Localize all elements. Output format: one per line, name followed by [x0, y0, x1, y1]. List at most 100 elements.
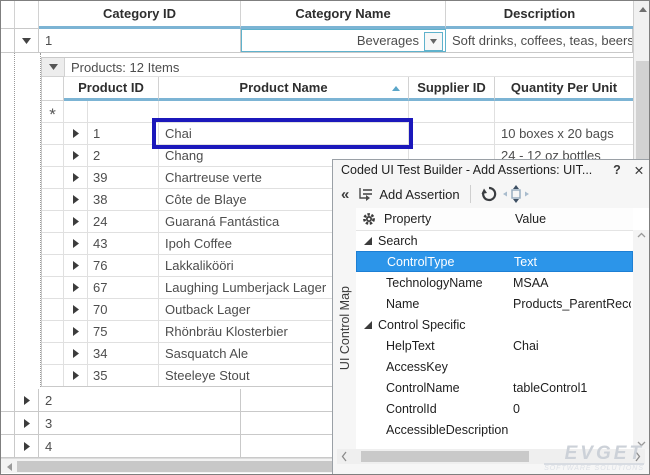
close-button[interactable]: ✕ [628, 163, 650, 178]
triangle-right-icon [73, 283, 79, 292]
product-id-cell[interactable]: 39 [88, 167, 159, 188]
scroll-left-chevron[interactable] [341, 449, 347, 464]
cell[interactable] [409, 101, 495, 122]
row-expander[interactable] [15, 435, 39, 457]
property-row-controlid[interactable]: ControlId 0 [356, 398, 633, 419]
new-row-indicator: * [42, 101, 64, 122]
row-expander[interactable] [64, 189, 88, 210]
category-id-cell[interactable]: 2 [39, 389, 241, 411]
product-id-cell[interactable]: 24 [88, 211, 159, 232]
scroll-up-chevron[interactable] [633, 232, 650, 238]
property-name: HelpText [386, 339, 511, 353]
combobox-dropdown-button[interactable] [424, 32, 443, 51]
column-header-supplier-id[interactable]: Supplier ID [409, 77, 495, 101]
detail-collapse-button[interactable] [42, 58, 65, 77]
product-name-cell[interactable]: Chai [159, 123, 409, 144]
row-expander[interactable] [64, 255, 88, 276]
property-grid: Property Value Search ControlType Text T… [356, 208, 650, 449]
column-header-product-id[interactable]: Product ID [64, 77, 159, 101]
group-row-search[interactable]: Search [356, 230, 633, 251]
property-row-accessibledescription[interactable]: AccessibleDescription [356, 419, 633, 440]
cell[interactable] [88, 101, 159, 122]
property-name: AccessibleDescription [386, 423, 511, 437]
row-expander[interactable] [64, 233, 88, 254]
row-expander[interactable] [15, 29, 39, 52]
category-id-cell[interactable]: 4 [39, 435, 241, 457]
description-cell[interactable]: Soft drinks, coffees, teas, beers, and [446, 29, 633, 52]
property-row-accesskey[interactable]: AccessKey [356, 356, 633, 377]
row-expander[interactable] [64, 277, 88, 298]
scroll-down-chevron[interactable] [633, 441, 650, 447]
row-expander[interactable] [15, 389, 39, 411]
cell [64, 101, 88, 122]
product-id-cell[interactable]: 43 [88, 233, 159, 254]
row-expander[interactable] [64, 211, 88, 232]
row-expander[interactable] [64, 145, 88, 166]
property-row-helptext[interactable]: HelpText Chai [356, 335, 633, 356]
scroll-right-chevron[interactable] [635, 449, 641, 464]
dialog-toolbar: « Add Assertion [333, 180, 650, 208]
row-expander[interactable] [64, 343, 88, 364]
row-indicator-cell [1, 412, 15, 434]
product-id-cell[interactable]: 1 [88, 123, 159, 144]
cell[interactable] [495, 101, 633, 122]
column-header-product-name[interactable]: Product Name [159, 77, 409, 101]
value-column-header[interactable]: Value [515, 212, 546, 226]
triangle-right-icon [73, 261, 79, 270]
help-button[interactable]: ? [606, 163, 628, 177]
property-row-displaytext[interactable]: DisplayText tableControl1 [356, 440, 633, 445]
property-row-controltype[interactable]: ControlType Text [356, 251, 633, 272]
product-id-cell[interactable]: 2 [88, 145, 159, 166]
column-header-description[interactable]: Description [446, 1, 633, 29]
category-id-cell[interactable]: 1 [39, 29, 241, 52]
property-row-technologyname[interactable]: TechnologyName MSAA [356, 272, 633, 293]
column-header-category-id[interactable]: Category ID [39, 1, 241, 29]
new-row[interactable]: * [41, 101, 633, 123]
product-id-cell[interactable]: 34 [88, 343, 159, 364]
row-expander[interactable] [64, 123, 88, 144]
row-indicator-cell [42, 255, 64, 276]
scrollbar-thumb[interactable] [361, 451, 529, 462]
column-header-quantity-per-unit[interactable]: Quantity Per Unit [495, 77, 633, 101]
collapse-panel-button[interactable]: « [341, 186, 347, 203]
scroll-left-button[interactable] [3, 461, 15, 472]
product-id-cell[interactable]: 76 [88, 255, 159, 276]
property-row-controlname[interactable]: ControlName tableControl1 [356, 377, 633, 398]
coded-ui-test-builder-dialog: Coded UI Test Builder - Add Assertions: … [332, 159, 650, 475]
triangle-right-icon [73, 151, 79, 160]
dialog-title-bar[interactable]: Coded UI Test Builder - Add Assertions: … [333, 160, 650, 180]
product-id-cell[interactable]: 70 [88, 299, 159, 320]
property-column-header[interactable]: Property [384, 212, 502, 226]
column-header-category-name[interactable]: Category Name [241, 1, 446, 29]
property-grid-horizontal-scrollbar[interactable] [337, 449, 645, 464]
triangle-right-icon [73, 349, 79, 358]
row-expander[interactable] [64, 167, 88, 188]
product-id-cell[interactable]: 67 [88, 277, 159, 298]
category-name-combobox[interactable]: Beverages [241, 29, 446, 52]
table-row[interactable]: 1 Chai 10 boxes x 20 bags [41, 123, 633, 145]
property-grid-vertical-scrollbar[interactable] [633, 230, 650, 449]
quantity-cell[interactable]: 10 boxes x 20 bags [495, 123, 633, 144]
group-row-control-specific[interactable]: Control Specific [356, 314, 633, 335]
row-expander[interactable] [64, 299, 88, 320]
refresh-icon[interactable] [481, 186, 497, 202]
row-indicator-cell [42, 321, 64, 342]
tab-ui-control-map[interactable]: UI Control Map [333, 208, 356, 449]
row-expander[interactable] [64, 321, 88, 342]
scrollbar-thumb[interactable] [636, 61, 650, 161]
table-row[interactable]: 1 Beverages Soft drinks, coffees, teas, … [1, 29, 633, 53]
property-row-name[interactable]: Name Products_ParentRecor [356, 293, 633, 314]
product-id-cell[interactable]: 75 [88, 321, 159, 342]
property-value: 0 [513, 402, 631, 416]
row-expander[interactable] [64, 365, 88, 386]
category-id-cell[interactable]: 3 [39, 412, 241, 434]
row-indicator-cell [1, 29, 15, 52]
cell[interactable] [159, 101, 409, 122]
add-assertion-button[interactable]: Add Assertion [379, 187, 459, 202]
element-crosshair-icon[interactable] [503, 185, 529, 203]
scroll-up-button[interactable] [634, 1, 650, 18]
product-id-cell[interactable]: 38 [88, 189, 159, 210]
supplier-id-cell[interactable] [409, 123, 495, 144]
product-id-cell[interactable]: 35 [88, 365, 159, 386]
row-expander[interactable] [15, 412, 39, 434]
